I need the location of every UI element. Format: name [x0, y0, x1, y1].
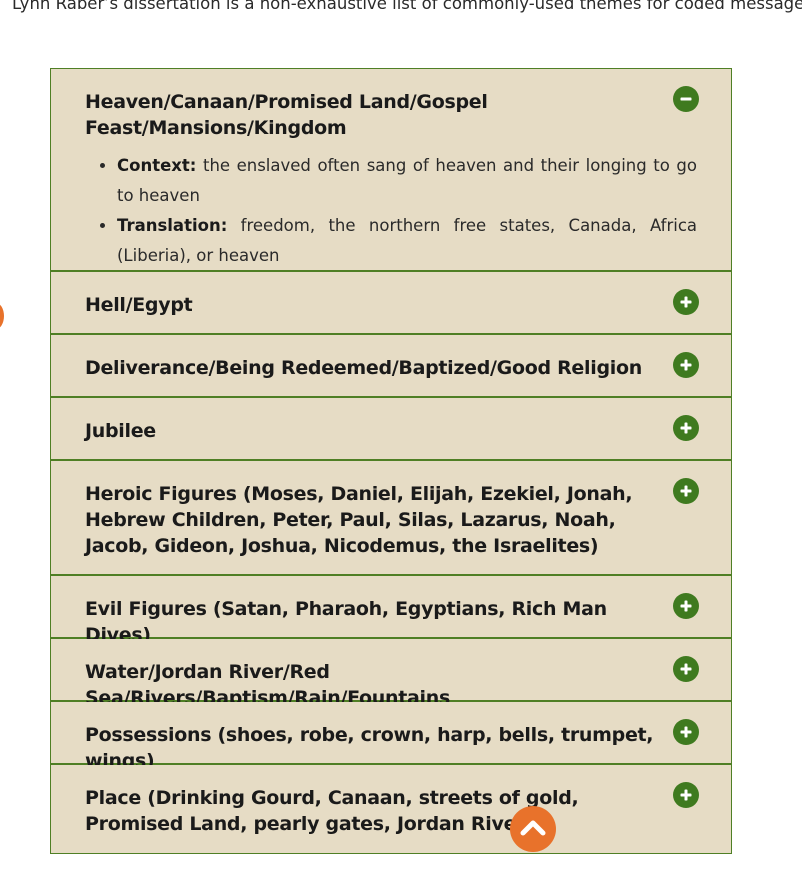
details-list: Context: the enslaved often sang of heav… [85, 151, 697, 271]
accordion-item: Possessions (shoes, robe, crown, harp, b… [51, 702, 731, 772]
accordion-header[interactable]: Possessions (shoes, robe, crown, harp, b… [85, 702, 699, 774]
list-item: Translation: freedom, the northern free … [117, 211, 697, 271]
themes-accordion: Heaven/Canaan/Promised Land/Gospel Feast… [50, 68, 732, 854]
plus-circle-icon[interactable] [673, 719, 699, 745]
chevron-up-icon [519, 817, 547, 841]
accordion-item: Heaven/Canaan/Promised Land/Gospel Feast… [51, 69, 731, 272]
accordion-header[interactable]: Hell/Egypt [85, 272, 699, 318]
plus-circle-icon[interactable] [673, 593, 699, 619]
plus-circle-icon[interactable] [673, 289, 699, 315]
accordion-item: Hell/Egypt [51, 272, 731, 335]
plus-circle-icon[interactable] [673, 478, 699, 504]
minus-circle-icon[interactable] [673, 86, 699, 112]
detail-text: the enslaved often sang of heaven and th… [117, 156, 697, 205]
plus-circle-icon[interactable] [673, 352, 699, 378]
accordion-header[interactable]: Jubilee [85, 398, 699, 444]
accordion-header[interactable]: Evil Figures (Satan, Pharaoh, Egyptians,… [85, 576, 699, 648]
plus-circle-icon[interactable] [673, 415, 699, 441]
edge-decoration [0, 303, 4, 329]
accordion-item: Water/Jordan River/Red Sea/Rivers/Baptis… [51, 639, 731, 709]
accordion-item-title: Place (Drinking Gourd, Canaan, streets o… [85, 787, 579, 835]
scroll-to-top-button[interactable] [510, 806, 556, 852]
plus-circle-icon[interactable] [673, 656, 699, 682]
accordion-item: Place (Drinking Gourd, Canaan, streets o… [51, 765, 731, 854]
accordion-item-title: Heroic Figures (Moses, Daniel, Elijah, E… [85, 483, 633, 557]
accordion-item-title: Deliverance/Being Redeemed/Baptized/Good… [85, 357, 642, 379]
accordion-item: Jubilee [51, 398, 731, 461]
accordion-item-title: Heaven/Canaan/Promised Land/Gospel Feast… [85, 91, 488, 139]
accordion-header[interactable]: Heroic Figures (Moses, Daniel, Elijah, E… [85, 461, 699, 559]
accordion-item: Evil Figures (Satan, Pharaoh, Egyptians,… [51, 576, 731, 646]
intro-paragraph: Lynn Raber’s dissertation is a non-exhau… [12, 0, 802, 13]
accordion-header[interactable]: Deliverance/Being Redeemed/Baptized/Good… [85, 335, 699, 381]
accordion-header[interactable]: Water/Jordan River/Red Sea/Rivers/Baptis… [85, 639, 699, 711]
accordion-item-title: Jubilee [85, 420, 156, 442]
plus-circle-icon[interactable] [673, 782, 699, 808]
accordion-item: Heroic Figures (Moses, Daniel, Elijah, E… [51, 461, 731, 576]
accordion-header[interactable]: Place (Drinking Gourd, Canaan, streets o… [85, 765, 699, 837]
detail-label: Translation: [117, 216, 228, 235]
accordion-item: Deliverance/Being Redeemed/Baptized/Good… [51, 335, 731, 398]
accordion-header[interactable]: Heaven/Canaan/Promised Land/Gospel Feast… [85, 69, 699, 141]
accordion-panel: Context: the enslaved often sang of heav… [85, 141, 697, 271]
detail-label: Context: [117, 156, 197, 175]
list-item: Context: the enslaved often sang of heav… [117, 151, 697, 211]
accordion-item-title: Hell/Egypt [85, 294, 193, 316]
